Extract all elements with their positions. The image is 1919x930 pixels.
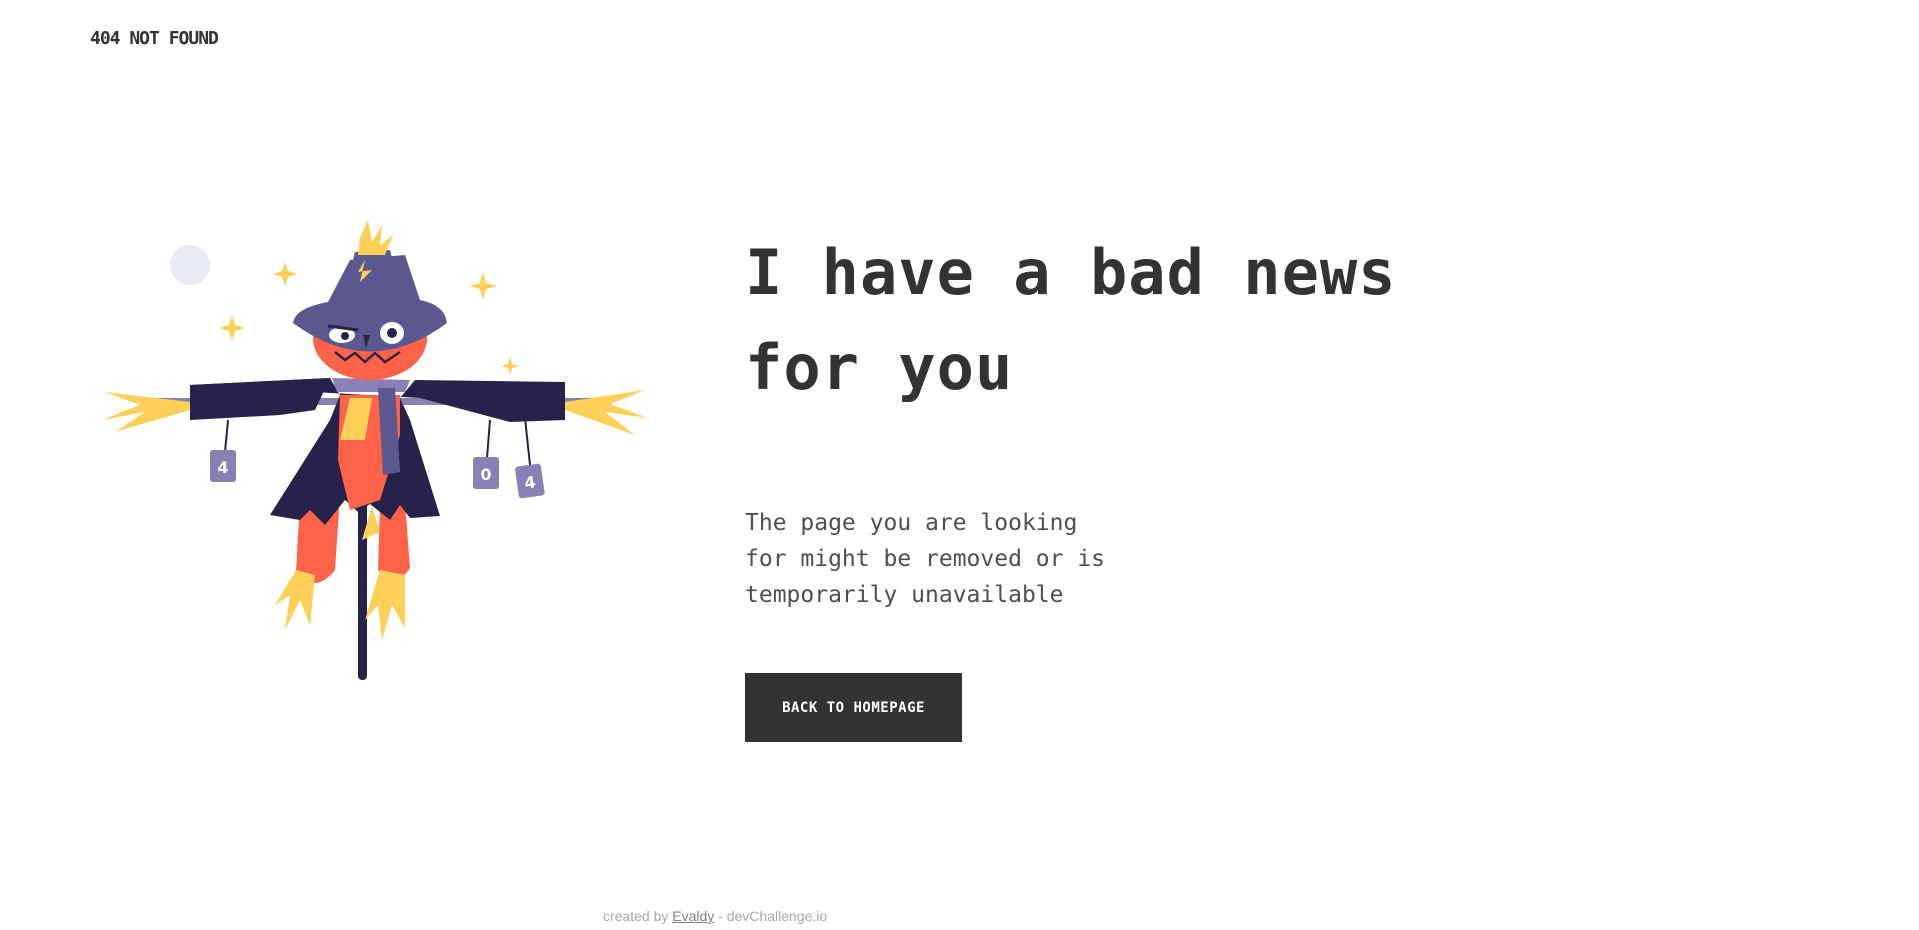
- author-link[interactable]: Evaldy: [672, 908, 714, 924]
- moon-icon: [170, 245, 210, 285]
- svg-text:4: 4: [217, 458, 228, 477]
- footer-suffix: - devChallenge.io: [718, 908, 828, 924]
- scarecrow-illustration: 4 0 4: [100, 220, 660, 680]
- can-4-left-icon: 4: [210, 450, 236, 482]
- can-0-icon: 0: [473, 457, 499, 489]
- back-to-homepage-button[interactable]: BACK TO HOMEPAGE: [745, 673, 962, 742]
- error-message: The page you are looking for might be re…: [745, 510, 1106, 608]
- site-logo[interactable]: 404 NOT FOUND: [90, 28, 219, 49]
- footer-credit: created by Evaldy - devChallenge.io: [603, 908, 827, 924]
- page-title: I have a bad news for you: [745, 236, 1397, 404]
- svg-text:0: 0: [480, 465, 491, 484]
- page: 404 NOT FOUND 4 0 4 I have a bad news fo…: [0, 0, 1919, 930]
- can-4-right-icon: 4: [515, 463, 545, 499]
- scarecrow-icon: 4 0 4: [102, 220, 648, 680]
- main-content: I have a bad news for you The page you a…: [745, 225, 1545, 742]
- footer-prefix: created by: [603, 908, 669, 924]
